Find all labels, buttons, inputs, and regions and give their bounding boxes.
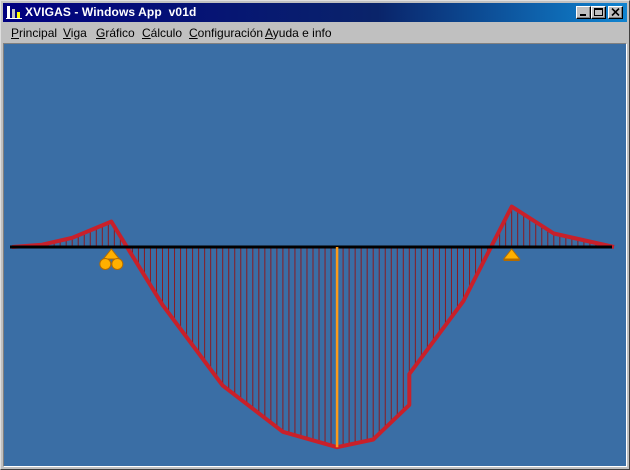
menu-bar: Principal Viga Gráfico Cálculo Configura… [3,23,627,42]
menu-grafico[interactable]: Gráfico [96,26,135,40]
minimize-button[interactable] [576,6,591,19]
maximize-icon [594,8,603,16]
close-icon [611,8,620,17]
menu-viga[interactable]: Viga [63,26,87,40]
moment-diagram [4,44,626,466]
app-window: XVIGAS - Windows App v01d Principal Viga… [0,0,630,470]
menu-calculo[interactable]: Cálculo [142,26,182,40]
close-button[interactable] [608,6,623,19]
canvas-background [4,44,626,466]
maximize-button[interactable] [591,6,606,19]
menu-configuracion[interactable]: Configuración [189,26,263,40]
app-icon[interactable] [6,4,22,20]
menu-ayuda[interactable]: Ayuda e info [265,26,332,40]
minimize-icon [580,14,586,16]
window-title: XVIGAS - Windows App v01d [25,5,197,19]
menu-principal[interactable]: Principal [11,26,57,40]
title-bar[interactable]: XVIGAS - Windows App v01d [3,3,627,22]
drawing-canvas[interactable] [3,43,627,467]
